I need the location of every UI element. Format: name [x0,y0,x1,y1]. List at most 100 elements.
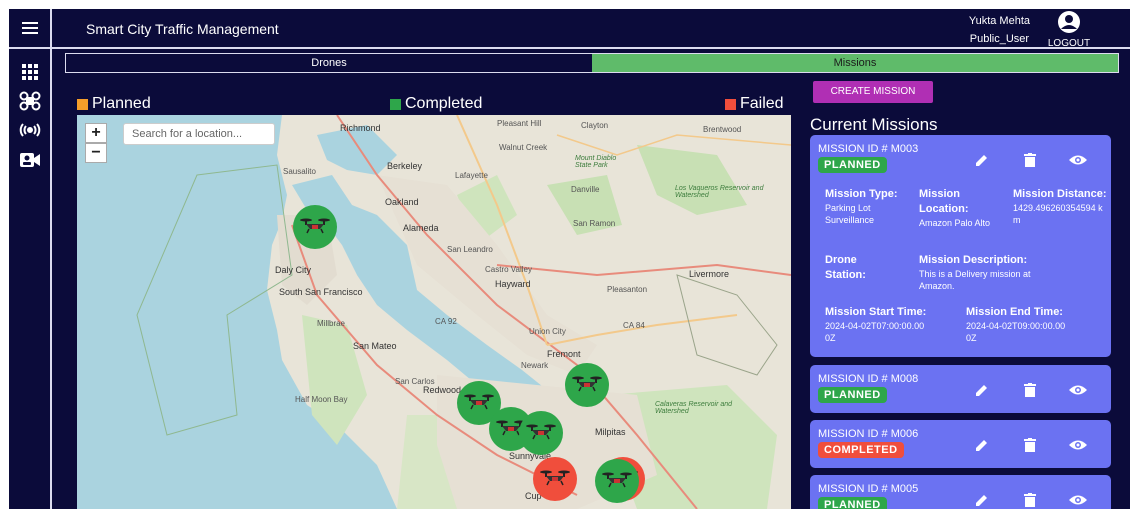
mission-actions [971,381,1089,399]
hamburger-icon [21,22,38,34]
account-icon [1058,11,1080,33]
legend-planned: Planned [77,95,151,113]
drone-marker-completed[interactable] [519,411,563,455]
drone-glyph-icon [602,470,632,493]
mission-id: MISSION ID # M003 [818,143,919,155]
dashboard-grid-icon [22,64,38,80]
eye-icon [1069,385,1087,395]
eye-icon [1069,440,1087,450]
tab-missions[interactable]: Missions [592,54,1118,72]
field-key: Mission End Time: [966,306,1063,318]
drone-icon [19,91,41,111]
trash-icon [1024,438,1036,452]
field-key: Mission Start Time: [825,306,927,318]
mission-card[interactable]: MISSION ID # M006 COMPLETED [810,420,1111,468]
view-button[interactable] [1067,381,1089,399]
tab-bar: Drones Missions [65,53,1119,73]
sidebar-item-broadcast[interactable] [18,119,42,141]
map-label: Alameda [403,223,439,233]
map-label: CA 92 [435,317,457,326]
field-key: Mission Type: [825,188,898,200]
map-label: Mount Diablo State Park [575,155,617,169]
map-label: Hayward [495,279,531,289]
map-view[interactable]: Richmond Berkeley Oakland Alameda San Le… [77,115,791,509]
edit-button[interactable] [971,491,993,509]
delete-button[interactable] [1019,381,1041,399]
drone-station: Drone Station: [825,253,885,283]
logout-button[interactable]: LOGOUT [1044,11,1094,49]
map-label: San Mateo [353,341,397,351]
trash-icon [1024,383,1036,397]
map-label: Union City [529,327,566,336]
pencil-icon [976,385,987,396]
map-label: Los Vaqueros Reservoir and Watershed [675,185,764,199]
delete-button[interactable] [1019,151,1041,169]
mission-actions [971,491,1089,509]
view-button[interactable] [1067,436,1089,454]
field-key: Mission Description: [919,254,1028,266]
delete-button[interactable] [1019,491,1041,509]
drone-marker-completed[interactable] [565,363,609,407]
pencil-icon [976,155,987,166]
edit-button[interactable] [971,436,993,454]
zoom-out-button[interactable]: − [85,143,107,163]
map-legend: Planned Completed Failed [77,95,791,115]
map-label: Livermore [689,269,730,279]
mission-description: Mission Description: This is a Delivery … [919,253,1055,292]
legend-swatch-failed [725,98,736,110]
map-label: San Leandro [447,245,493,254]
mission-actions [971,151,1089,169]
mission-distance: Mission Distance: 1429.496260354594 km [1013,187,1109,226]
map-label: Clayton [581,121,609,130]
mission-id: MISSION ID # M008 [818,373,919,385]
trash-icon [1024,493,1036,507]
sidebar-item-drones[interactable] [18,90,42,112]
camera-icon [20,153,40,167]
map-label: Calaveras Reservoir and Watershed [655,401,733,415]
map-label: CA 84 [623,321,645,330]
field-value: Amazon Palo Alto [919,218,991,228]
top-bar: Smart City Traffic Management Yukta Meht… [52,9,1130,49]
map-label: Oakland [385,197,419,207]
legend-completed: Completed [390,95,482,113]
drone-marker-completed[interactable] [293,205,337,249]
field-key: Mission Distance: [1013,188,1107,200]
user-name: Yukta Mehta [968,15,1030,27]
drone-marker-failed[interactable] [533,457,577,501]
pencil-icon [976,495,987,506]
mission-card[interactable]: MISSION ID # M008 PLANNED [810,365,1111,413]
legend-failed: Failed [725,95,784,113]
mission-start-time: Mission Start Time: 2024-04-02T07:00:00.… [825,305,955,344]
map-label: Lafayette [455,171,488,180]
map-label: Berkeley [387,161,423,171]
field-key: Mission Location: [919,188,969,215]
create-mission-button[interactable]: CREATE MISSION [813,81,933,103]
field-value: Parking Lot Surveillance [825,203,875,225]
zoom-in-button[interactable]: + [85,123,107,143]
map-label: Sausalito [283,167,316,176]
map-label: Brentwood [703,125,742,134]
missions-heading: Current Missions [810,115,938,134]
user-info: Yukta Mehta Public_User [969,15,1030,45]
map-search-input[interactable]: Search for a location... [123,123,275,145]
sidebar-item-dashboard[interactable] [18,61,42,83]
delete-button[interactable] [1019,436,1041,454]
drone-marker-completed[interactable] [595,459,639,503]
map-label: South San Francisco [279,287,363,297]
mission-card[interactable]: MISSION ID # M003 PLANNED Mission Type: … [810,135,1111,357]
map-label: Castro Valley [485,265,532,274]
sidebar-item-camera[interactable] [18,149,42,171]
map-label: Half Moon Bay [295,395,348,404]
drone-glyph-icon [572,374,602,397]
mission-card[interactable]: MISSION ID # M005 PLANNED [810,475,1111,509]
tab-drones[interactable]: Drones [66,54,592,72]
legend-label: Completed [405,95,483,112]
view-button[interactable] [1067,491,1089,509]
menu-button[interactable] [9,9,50,49]
view-button[interactable] [1067,151,1089,169]
missions-list: MISSION ID # M003 PLANNED Mission Type: … [810,135,1111,509]
edit-button[interactable] [971,381,993,399]
eye-icon [1069,495,1087,505]
edit-button[interactable] [971,151,993,169]
map-label: Newark [521,361,549,370]
